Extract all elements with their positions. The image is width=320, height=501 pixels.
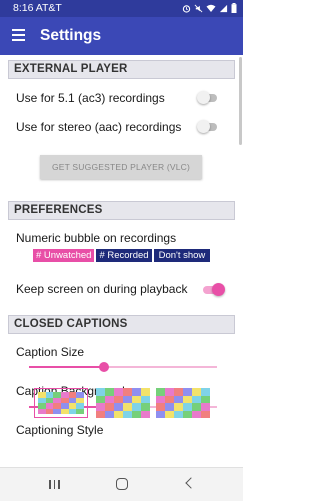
section-external-player: EXTERNAL PLAYER (8, 60, 235, 79)
swatch-cell (156, 395, 165, 403)
style-swatch (156, 388, 210, 418)
style-swatch (96, 388, 150, 418)
swatch-cell (174, 388, 183, 396)
page-title: Settings (40, 27, 102, 44)
swatch-cell (174, 410, 183, 418)
mute-icon (194, 4, 203, 16)
keep-screen-toggle[interactable] (203, 283, 225, 296)
status-carrier: AT&T (35, 2, 62, 14)
get-suggested-player-button[interactable]: GET SUGGESTED PLAYER (VLC) (40, 155, 202, 179)
swatch-cell (96, 388, 105, 396)
swatch-cell (76, 408, 84, 414)
swatch-cell (123, 395, 132, 403)
status-icons (182, 3, 237, 16)
app-bar: Settings (0, 17, 243, 55)
caption-size-knob[interactable] (99, 362, 110, 372)
swatch-cell (192, 410, 201, 418)
alarm-icon (182, 4, 191, 16)
recent-apps-icon[interactable] (49, 480, 60, 489)
swatch-cell (201, 388, 210, 396)
hamburger-menu-icon[interactable] (12, 29, 25, 41)
battery-icon (231, 3, 237, 16)
swatch-cell (53, 408, 61, 414)
section-closed-captions: CLOSED CAPTIONS (8, 315, 235, 334)
swatch-cell (132, 410, 141, 418)
swatch-cell (183, 395, 192, 403)
bubble-option-recorded[interactable]: # Recorded (96, 249, 152, 262)
swatch-cell (183, 410, 192, 418)
caption-size-slider[interactable] (29, 361, 217, 373)
back-icon[interactable] (185, 477, 197, 489)
swatch-cell (201, 395, 210, 403)
swatch-cell (201, 403, 210, 411)
swatch-cell (45, 408, 54, 414)
swatch-cell (156, 388, 165, 396)
swatch-cell (123, 403, 132, 411)
captioning-style-tile-3[interactable] (156, 388, 210, 418)
home-icon[interactable] (116, 478, 128, 490)
swatch-cell (156, 410, 165, 418)
ac3-label: Use for 5.1 (ac3) recordings (16, 91, 165, 105)
swatch-cell (132, 388, 141, 396)
swatch-cell (105, 410, 114, 418)
swatch-cell (105, 395, 114, 403)
swatch-cell (201, 410, 210, 418)
swatch-cell (156, 403, 165, 411)
swatch-cell (96, 410, 105, 418)
swatch-cell (114, 403, 123, 411)
swatch-cell (141, 395, 150, 403)
aac-label: Use for stereo (aac) recordings (16, 120, 182, 134)
swatch-cell (68, 408, 77, 414)
status-bar: 8:16 AT&T (0, 0, 243, 17)
swatch-cell (192, 388, 201, 396)
bubble-option-unwatched[interactable]: # Unwatched (33, 249, 95, 262)
swatch-cell (165, 395, 174, 403)
captioning-style-label: Captioning Style (16, 423, 104, 437)
swatch-cell (192, 403, 201, 411)
scrollbar[interactable] (239, 57, 242, 145)
swatch-cell (38, 408, 46, 414)
captioning-style-options (34, 388, 214, 418)
captioning-style-tile-2[interactable] (96, 388, 150, 418)
bubble-option-dont-show[interactable]: Don't show (153, 249, 211, 262)
swatch-cell (165, 403, 174, 411)
swatch-cell (183, 403, 192, 411)
swatch-cell (105, 403, 114, 411)
swatch-cell (141, 388, 150, 396)
swatch-cell (174, 395, 183, 403)
aac-toggle[interactable] (197, 120, 219, 133)
section-preferences: PREFERENCES (8, 201, 235, 220)
status-time: 8:16 AT&T (13, 2, 62, 14)
numeric-bubble-label: Numeric bubble on recordings (16, 231, 177, 245)
swatch-cell (123, 388, 132, 396)
swatch-cell (132, 403, 141, 411)
swatch-cell (183, 388, 192, 396)
caption-size-label: Caption Size (16, 345, 85, 359)
wifi-icon (206, 4, 216, 16)
swatch-cell (60, 408, 69, 414)
swatch-cell (132, 395, 141, 403)
captioning-style-tile-1[interactable] (34, 388, 88, 418)
system-nav-bar (0, 467, 243, 501)
signal-icon (219, 4, 228, 16)
swatch-cell (123, 410, 132, 418)
swatch-cell (114, 395, 123, 403)
swatch-cell (96, 403, 105, 411)
swatch-cell (165, 410, 174, 418)
swatch-cell (114, 388, 123, 396)
keep-screen-label: Keep screen on during playback (16, 282, 188, 296)
swatch-cell (192, 395, 201, 403)
swatch-cell (165, 388, 174, 396)
swatch-cell (105, 388, 114, 396)
swatch-cell (174, 403, 183, 411)
bubble-options: # Unwatched # Recorded Don't show (33, 249, 211, 262)
status-time-value: 8:16 (13, 2, 34, 14)
swatch-cell (114, 410, 123, 418)
style-swatch (38, 392, 84, 414)
swatch-cell (141, 403, 150, 411)
ac3-toggle[interactable] (197, 91, 219, 104)
swatch-cell (141, 410, 150, 418)
swatch-cell (96, 395, 105, 403)
